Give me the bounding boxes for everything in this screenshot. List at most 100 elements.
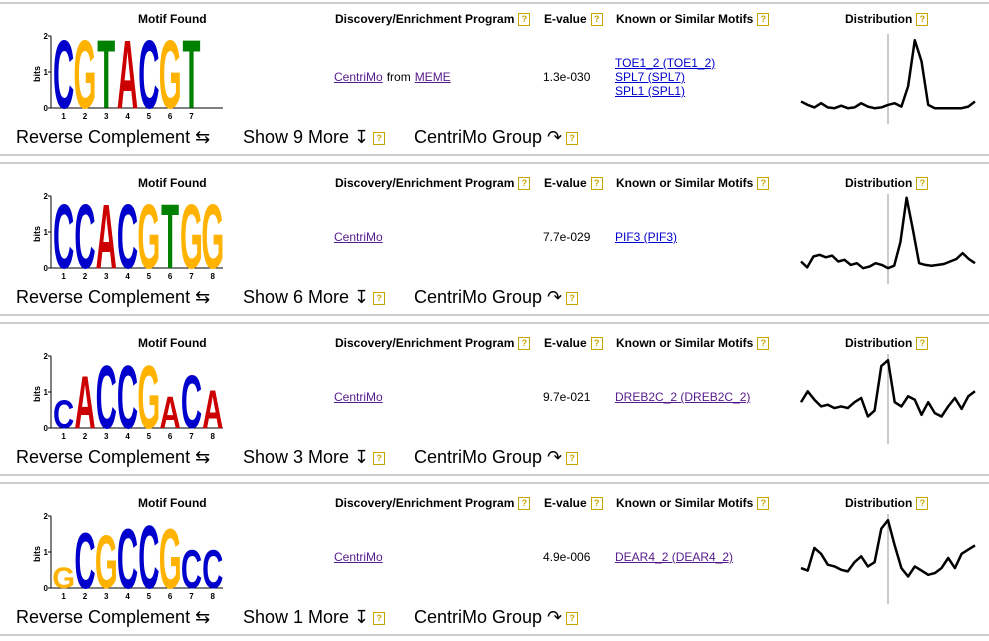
program-link-centrimo[interactable]: CentriMo [334, 550, 383, 564]
help-icon[interactable]: ? [518, 177, 531, 190]
logo-position-number: 1 [61, 272, 66, 281]
help-icon[interactable]: ? [518, 13, 531, 26]
distribution-plot [799, 350, 976, 444]
reverse-complement-button[interactable]: Reverse Complement ⇆ [16, 607, 210, 628]
help-icon[interactable]: ? [373, 132, 386, 145]
program-link-centrimo[interactable]: CentriMo [334, 390, 383, 404]
help-icon[interactable]: ? [590, 337, 603, 350]
help-icon[interactable]: ? [916, 497, 929, 510]
centrimo-group-button[interactable]: CentriMo Group ↷? [414, 287, 579, 308]
distribution-plot [800, 510, 976, 604]
logo-position-number: 5 [147, 432, 152, 441]
known-motif-link[interactable]: SPL1 (SPL1) [615, 84, 715, 98]
centrimo-group-label: CentriMo Group ↷ [414, 287, 563, 307]
logo-letter-g: G [159, 28, 182, 123]
distribution-header-label: Distribution [845, 336, 913, 350]
help-icon[interactable]: ? [566, 132, 579, 145]
help-icon[interactable]: ? [566, 452, 579, 465]
help-icon[interactable]: ? [518, 497, 531, 510]
panel-bottom-divider [0, 474, 989, 476]
logo-position-number: 3 [104, 432, 109, 441]
logo-letter-c: C [138, 28, 159, 123]
help-icon[interactable]: ? [566, 612, 579, 625]
distribution-header: Distribution? [845, 496, 929, 510]
help-icon[interactable]: ? [916, 337, 929, 350]
known-motif-link[interactable]: SPL7 (SPL7) [615, 70, 715, 84]
sequence-logo-svg: bits210 C1 C2 A3 C4 G5 T6 G7 G8 [32, 186, 224, 288]
program-cell: CentriMo [334, 390, 383, 404]
show-more-button[interactable]: Show 9 More ↧? [243, 127, 386, 148]
motif-actions: Reverse Complement ⇆ Show 6 More ↧? CentriMo… [0, 283, 989, 313]
motif-actions: Reverse Complement ⇆ Show 9 More ↧? CentriMo… [0, 123, 989, 153]
evalue-header-label: E-value [544, 176, 587, 190]
logo-position-number: 4 [125, 592, 130, 601]
program-header-label: Discovery/Enrichment Program [335, 176, 515, 190]
program-cell: CentriMo [334, 550, 383, 564]
sequence-logo-svg: bits210 G1 C2 G3 C4 C5 G6 C7 C8 [32, 507, 223, 608]
known-motif-link[interactable]: PIF3 (PIF3) [615, 230, 677, 244]
logo-letter-c: C [117, 348, 138, 443]
known-motifs-header-label: Known or Similar Motifs [616, 176, 754, 190]
logo-position-number: 1 [61, 592, 66, 601]
panel-top-divider [0, 482, 989, 484]
help-icon[interactable]: ? [373, 292, 386, 305]
logo-position-number: 6 [168, 432, 173, 441]
logo-letter-c: C [117, 512, 138, 603]
logo-position-number: 1 [61, 432, 66, 441]
reverse-complement-button[interactable]: Reverse Complement ⇆ [16, 447, 210, 468]
sequence-logo: bits 2 1 0 C 1 C 2 A 3 C 4 G 5 T 6 G 7 G 8 [30, 186, 230, 288]
help-icon[interactable]: ? [757, 337, 770, 350]
sequence-logo: bits 2 1 0 G 1 C 2 G 3 C 4 C 5 G 6 C 7 C 8 [30, 507, 230, 608]
program-from-text: from [386, 70, 411, 84]
reverse-complement-label: Reverse Complement ⇆ [16, 607, 211, 627]
program-link-centrimo[interactable]: CentriMo [334, 230, 383, 244]
program-cell: CentriMo [334, 230, 383, 244]
show-more-button[interactable]: Show 3 More ↧? [243, 447, 386, 468]
reverse-complement-button[interactable]: Reverse Complement ⇆ [16, 287, 210, 308]
show-more-count: 6 [293, 287, 304, 307]
known-motif-link[interactable]: TOE1_2 (TOE1_2) [615, 56, 715, 70]
program-link-centrimo[interactable]: CentriMo [334, 70, 383, 84]
help-icon[interactable]: ? [373, 452, 386, 465]
logo-position-number: 5 [147, 112, 152, 121]
show-more-button[interactable]: Show 6 More ↧? [243, 287, 386, 308]
help-icon[interactable]: ? [590, 13, 603, 26]
help-icon[interactable]: ? [590, 177, 603, 190]
logo-position-number: 8 [211, 432, 216, 441]
centrimo-group-button[interactable]: CentriMo Group ↷? [414, 127, 579, 148]
centrimo-group-button[interactable]: CentriMo Group ↷? [414, 607, 579, 628]
show-more-button[interactable]: Show 1 More ↧? [243, 607, 386, 628]
help-icon[interactable]: ? [518, 337, 531, 350]
help-icon[interactable]: ? [590, 497, 603, 510]
show-more-suffix: More ↧ [308, 447, 370, 467]
logo-letter-c: C [74, 188, 95, 283]
help-icon[interactable]: ? [916, 13, 929, 26]
help-icon[interactable]: ? [373, 612, 386, 625]
known-motif-link[interactable]: DEAR4_2 (DEAR4_2) [615, 550, 733, 564]
program-link-meme[interactable]: MEME [415, 70, 451, 84]
centrimo-group-button[interactable]: CentriMo Group ↷? [414, 447, 579, 468]
logo-axis-tick: 0 [44, 104, 49, 113]
help-icon[interactable]: ? [757, 497, 770, 510]
logo-position-number: 2 [83, 592, 88, 601]
help-icon[interactable]: ? [916, 177, 929, 190]
distribution-header: Distribution? [845, 336, 929, 350]
sequence-logo: bits 2 1 0 C 1 A 2 C 3 C 4 G 5 A 6 C 7 A 8 [30, 347, 230, 448]
known-motif-link[interactable]: DREB2C_2 (DREB2C_2) [615, 390, 750, 404]
help-icon[interactable]: ? [566, 292, 579, 305]
logo-position-number: 5 [147, 272, 152, 281]
logo-axis-label: bits [32, 546, 42, 562]
show-more-count: 9 [293, 127, 304, 147]
distribution-curve [800, 514, 976, 604]
logo-position-number: 2 [83, 272, 88, 281]
logo-letter-c: C [53, 188, 74, 283]
reverse-complement-button[interactable]: Reverse Complement ⇆ [16, 127, 210, 148]
motif-panel: Motif Found Discovery/Enrichment Program?… [0, 480, 989, 640]
sequence-logo: bits 2 1 0 C 1 G 2 T 3 A 4 C 5 G 6 T 7 [30, 21, 230, 130]
logo-position-number: 6 [168, 272, 173, 281]
logo-axis-tick: 2 [44, 192, 49, 201]
logo-position-number: 3 [104, 272, 109, 281]
help-icon[interactable]: ? [757, 13, 770, 26]
logo-axis-tick: 1 [44, 68, 49, 77]
help-icon[interactable]: ? [757, 177, 770, 190]
